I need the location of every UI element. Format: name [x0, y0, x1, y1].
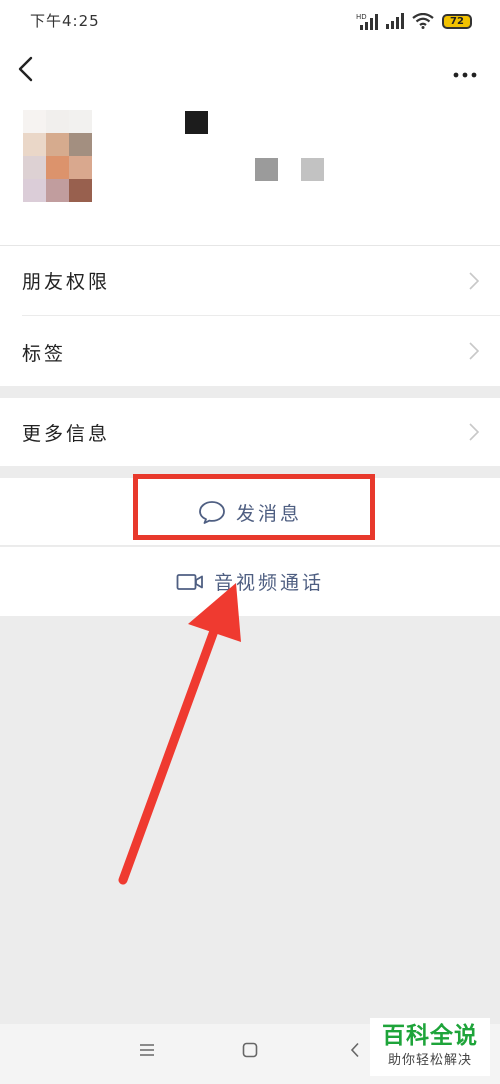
highlight-box: [133, 474, 375, 540]
signal-hd-icon: HD: [356, 13, 378, 30]
more-dots-icon[interactable]: [450, 54, 480, 84]
avatar[interactable]: [23, 110, 93, 202]
menu-icon[interactable]: [139, 1042, 155, 1058]
battery-icon: 72: [442, 13, 472, 29]
more-info-row[interactable]: 更多信息: [0, 398, 500, 466]
home-icon[interactable]: [242, 1042, 258, 1058]
watermark-title: 百科全说: [382, 1023, 478, 1049]
tags-label: 标签: [22, 343, 67, 365]
blurred-name: [185, 111, 208, 134]
tags-row[interactable]: 标签: [0, 316, 500, 386]
video-camera-icon: [176, 573, 203, 590]
profile-header: [0, 96, 500, 246]
wifi-icon: [412, 13, 434, 29]
friend-permissions-label: 朋友权限: [22, 271, 111, 293]
back-nav-icon[interactable]: [349, 1042, 361, 1058]
friend-permissions-row[interactable]: 朋友权限: [0, 246, 500, 316]
more-info-label: 更多信息: [22, 423, 111, 445]
divider: [0, 545, 500, 546]
chevron-right-icon: [469, 342, 480, 360]
av-call-label: 音视频通话: [213, 572, 324, 594]
av-call-button[interactable]: 音视频通话: [0, 547, 500, 616]
blurred-info: [301, 158, 324, 181]
top-nav-bar: [0, 44, 500, 96]
back-chevron-icon[interactable]: [12, 50, 42, 88]
status-bar: 下午4:25 HD 72: [0, 0, 500, 44]
chevron-right-icon: [469, 272, 480, 290]
svg-text:HD: HD: [356, 13, 367, 21]
blurred-info: [255, 158, 278, 181]
watermark-subtitle: 助你轻松解决: [387, 1053, 472, 1068]
status-time: 下午4:25: [30, 12, 100, 30]
signal-icon: [386, 13, 404, 29]
watermark-logo: 百科全说 助你轻松解决: [370, 1018, 490, 1076]
status-icons: HD 72: [356, 12, 472, 30]
chevron-right-icon: [469, 423, 480, 441]
